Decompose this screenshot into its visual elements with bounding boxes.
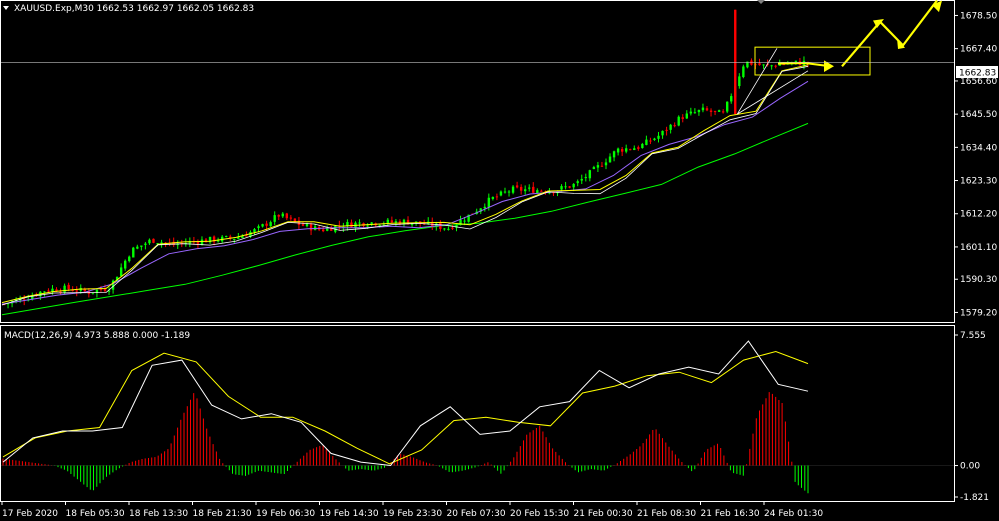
current-price-label: 1662.83 — [959, 69, 996, 79]
price-tick-label: 1579.20 — [960, 308, 997, 318]
macd-header: MACD(12,26,9) 4.973 5.888 0.000 -1.189 — [4, 331, 190, 341]
price-tick-label: 1590.30 — [960, 275, 997, 285]
macd-tick-label: -1.821 — [960, 493, 989, 503]
price-tick-label: 1678.50 — [960, 11, 997, 21]
candle — [132, 246, 135, 258]
time-tick-label: 21 Feb 16:30 — [701, 509, 760, 519]
spike-candle — [734, 9, 737, 115]
macd-tick-label: 0.00 — [960, 462, 980, 472]
time-tick-label: 18 Feb 13:30 — [129, 509, 188, 519]
price-tick-label: 1623.30 — [960, 177, 997, 187]
time-tick-label: 21 Feb 00:30 — [574, 509, 633, 519]
price-tick-label: 1667.40 — [960, 45, 997, 55]
time-tick-label: 19 Feb 23:30 — [383, 509, 442, 519]
time-tick-label: 20 Feb 07:30 — [447, 509, 506, 519]
time-tick-label: 18 Feb 21:30 — [193, 509, 252, 519]
time-tick-label: 19 Feb 14:30 — [320, 509, 379, 519]
time-tick-label: 17 Feb 2020 — [2, 509, 58, 519]
price-tick-label: 1612.20 — [960, 210, 997, 220]
candle — [725, 101, 729, 114]
price-tick-label: 1645.50 — [960, 110, 997, 120]
background — [0, 0, 999, 521]
trading-terminal: 1678.501667.401656.601645.501634.401623.… — [0, 0, 999, 521]
time-tick-label: 21 Feb 08:30 — [637, 509, 696, 519]
symbol-header: XAUUSD.Exp,M30 1662.53 1662.97 1662.05 1… — [14, 4, 254, 14]
candle — [152, 238, 155, 244]
time-tick-label: 18 Feb 05:30 — [66, 509, 125, 519]
time-tick-label: 24 Feb 01:30 — [764, 509, 823, 519]
candle — [677, 115, 680, 127]
time-tick-label: 20 Feb 15:30 — [510, 509, 569, 519]
price-tick-label: 1601.10 — [960, 243, 997, 253]
price-tick-label: 1634.40 — [960, 143, 997, 153]
macd-tick-label: 7.555 — [960, 331, 986, 341]
time-tick-label: 19 Feb 06:30 — [256, 509, 315, 519]
candle — [742, 64, 745, 79]
